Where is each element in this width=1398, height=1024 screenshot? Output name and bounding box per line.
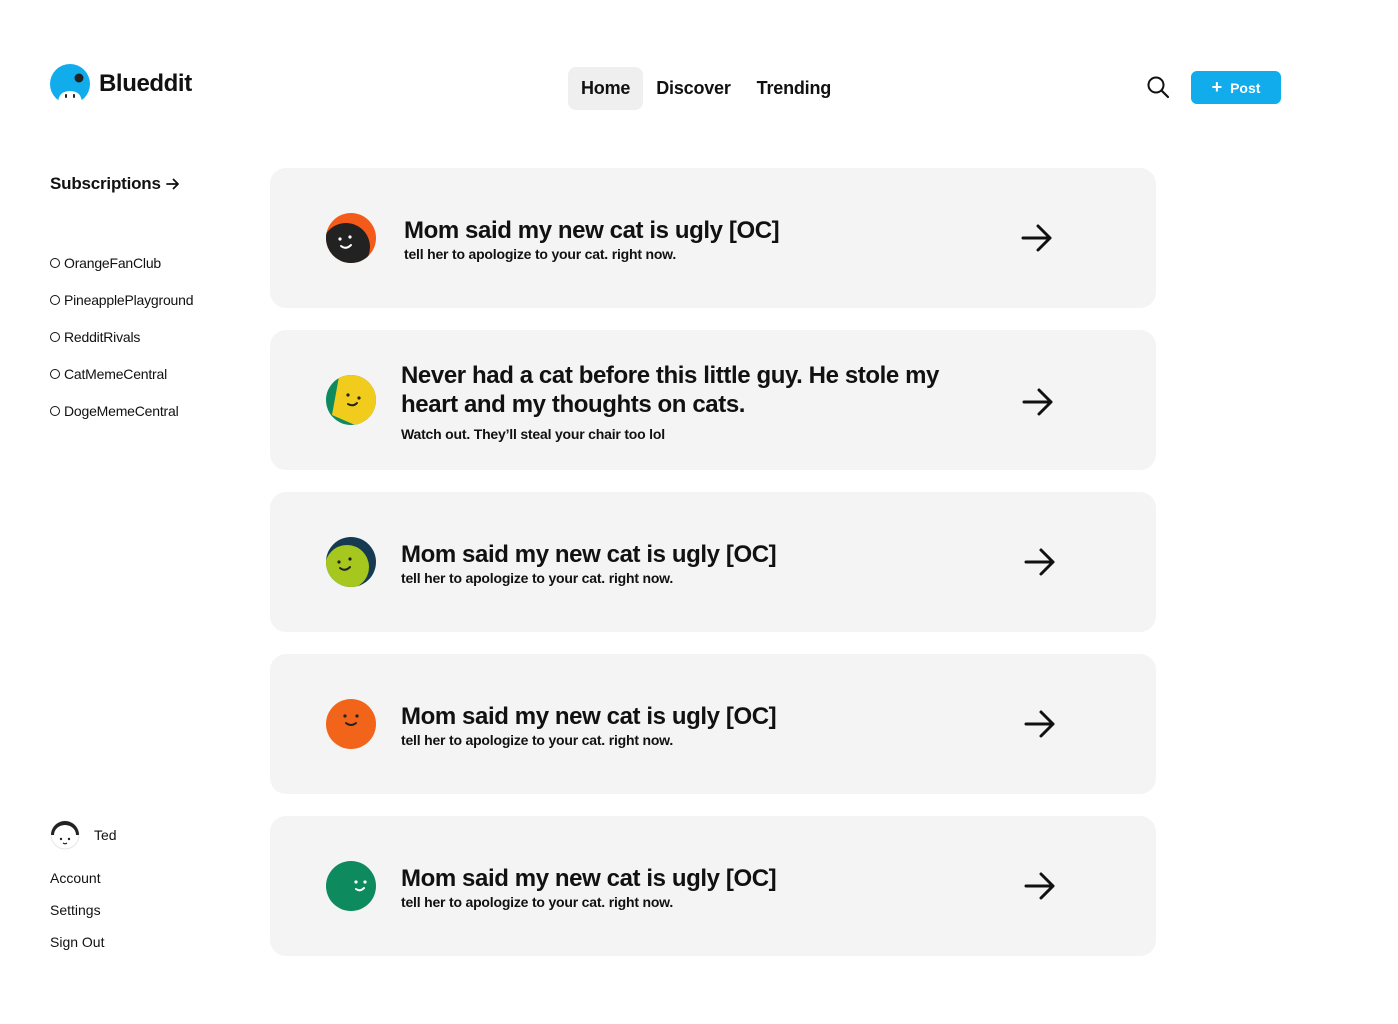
blueddit-logo-icon: [50, 64, 90, 104]
plus-icon: +: [1211, 76, 1223, 97]
post-subtitle: Watch out. They’ll steal your chair too …: [401, 426, 665, 442]
post-subtitle: tell her to apologize to your cat. right…: [404, 246, 677, 262]
subscription-label: OrangeFanClub: [64, 255, 162, 271]
tab-trending[interactable]: Trending: [744, 67, 844, 110]
arrow-right-icon[interactable]: [1021, 387, 1055, 417]
user-profile[interactable]: Ted: [50, 820, 117, 850]
post-avatar: [326, 699, 376, 749]
subscriptions-label: Subscriptions: [50, 174, 161, 193]
arrow-right-icon[interactable]: [1023, 871, 1057, 901]
post-card[interactable]: Never had a cat before this little guy. …: [270, 330, 1156, 470]
sign-out-link[interactable]: Sign Out: [50, 934, 104, 952]
post-content: Mom said my new cat is ugly [OC] tell he…: [401, 864, 1001, 910]
post-content: Mom said my new cat is ugly [OC] tell he…: [401, 702, 1001, 748]
post-button-label: Post: [1230, 79, 1261, 96]
circle-icon: [50, 369, 60, 379]
post-card[interactable]: Mom said my new cat is ugly [OC] tell he…: [270, 168, 1156, 308]
subscription-item[interactable]: OrangeFanClub: [50, 254, 193, 272]
arrow-right-icon[interactable]: [1023, 709, 1057, 739]
account-menu: Account Settings Sign Out: [50, 870, 104, 966]
arrow-right-icon[interactable]: [1020, 223, 1054, 253]
post-avatar: [326, 375, 376, 425]
post-avatar: [326, 213, 376, 263]
circle-icon: [50, 295, 60, 305]
post-content: Mom said my new cat is ugly [OC] tell he…: [401, 540, 1001, 586]
post-avatar: [326, 861, 376, 911]
subscription-item[interactable]: DogeMemeCentral: [50, 402, 193, 420]
subscription-item[interactable]: CatMemeCentral: [50, 365, 193, 383]
subscription-label: RedditRivals: [64, 329, 141, 345]
post-subtitle: tell her to apologize to your cat. right…: [401, 894, 674, 910]
post-avatar: [326, 537, 376, 587]
arrow-right-icon[interactable]: [1023, 547, 1057, 577]
post-title: Mom said my new cat is ugly [OC]: [401, 541, 777, 568]
subscription-item[interactable]: PineapplePlayground: [50, 291, 194, 309]
post-subtitle: tell her to apologize to your cat. right…: [401, 570, 674, 586]
tab-discover[interactable]: Discover: [643, 67, 743, 110]
post-title: Mom said my new cat is ugly [OC]: [401, 865, 777, 892]
subscriptions-heading[interactable]: Subscriptions: [50, 174, 180, 194]
app-logo[interactable]: Blueddit: [50, 64, 192, 104]
subscription-label: DogeMemeCentral: [64, 403, 179, 419]
tab-home[interactable]: Home: [568, 67, 644, 110]
account-link[interactable]: Account: [50, 870, 104, 888]
subscription-item[interactable]: RedditRivals: [50, 328, 193, 346]
circle-icon: [50, 406, 60, 416]
subscription-label: CatMemeCentral: [64, 366, 168, 382]
post-subtitle: tell her to apologize to your cat. right…: [401, 732, 674, 748]
post-button[interactable]: + Post: [1191, 71, 1281, 104]
post-card[interactable]: Mom said my new cat is ugly [OC] tell he…: [270, 816, 1156, 956]
settings-link[interactable]: Settings: [50, 902, 104, 920]
avatar: [50, 820, 80, 850]
post-title: Mom said my new cat is ugly [OC]: [401, 703, 777, 730]
post-title: Mom said my new cat is ugly [OC]: [404, 217, 780, 244]
circle-icon: [50, 258, 60, 268]
post-title: Never had a cat before this little guy. …: [401, 362, 939, 418]
main-nav: Home Discover Trending: [568, 67, 844, 110]
post-card[interactable]: Mom said my new cat is ugly [OC] tell he…: [270, 654, 1156, 794]
subscription-label: PineapplePlayground: [64, 292, 194, 308]
search-icon[interactable]: [1145, 74, 1171, 100]
user-name: Ted: [94, 827, 117, 843]
subscriptions-list: OrangeFanClub PineapplePlayground Reddit…: [50, 254, 194, 439]
post-content: Never had a cat before this little guy. …: [401, 361, 1001, 442]
post-content: Mom said my new cat is ugly [OC] tell he…: [404, 216, 1004, 262]
post-card[interactable]: Mom said my new cat is ugly [OC] tell he…: [270, 492, 1156, 632]
circle-icon: [50, 332, 60, 342]
app-name: Blueddit: [99, 70, 192, 97]
arrow-right-icon: [165, 178, 179, 190]
